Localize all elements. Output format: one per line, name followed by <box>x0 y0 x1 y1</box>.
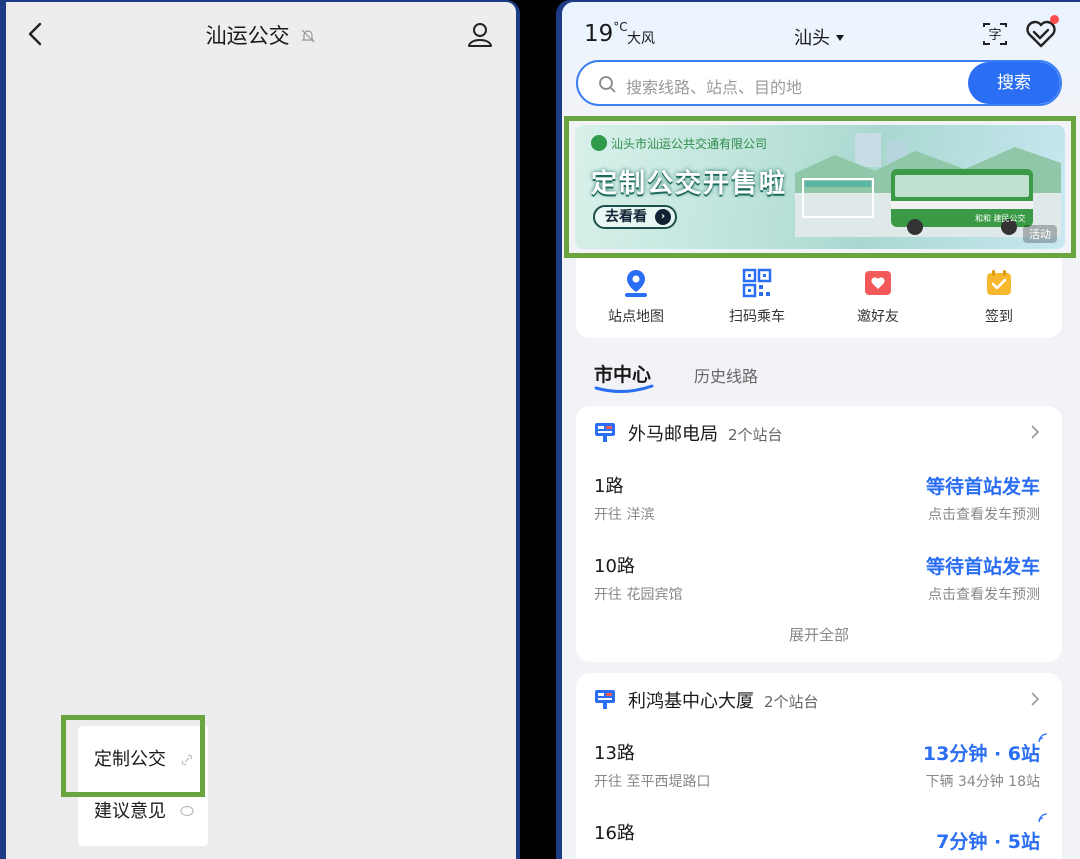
banner-cta-button[interactable]: 去看看 › <box>593 205 677 229</box>
chevron-right-icon <box>1031 425 1040 439</box>
expand-all-button[interactable]: 展开全部 <box>576 618 1062 658</box>
search-icon <box>599 76 616 93</box>
route-direction: 开往 洋滨 <box>594 507 655 523</box>
stop-platform-count: 2个站台 <box>728 426 783 444</box>
quick-label: 扫码乘车 <box>729 309 785 325</box>
quick-label: 邀好友 <box>857 309 899 325</box>
route-status: 7分钟 · 5站 <box>936 831 1040 853</box>
banner-company-text: 汕头市汕运公共交通有限公司 <box>611 137 768 151</box>
route-row[interactable]: 10路 开往 花园宾馆 等待首站发车 点击查看发车预测 <box>576 538 1062 618</box>
search-input[interactable]: 搜索线路、站点、目的地 <box>626 74 802 98</box>
font-size-icon[interactable]: 字 <box>980 20 1010 48</box>
stop-name-wrap: 外马邮电局 2个站台 <box>628 420 783 446</box>
bus-stop-sign-icon <box>595 423 615 442</box>
quick-actions: 站点地图 扫码乘车 邀好友 签到 <box>576 258 1062 338</box>
banner-cta-label: 去看看 <box>605 209 647 225</box>
route-name: 1路 <box>594 476 624 497</box>
search-bar[interactable]: 搜索线路、站点、目的地 搜索 <box>576 60 1062 106</box>
user-profile-icon[interactable] <box>466 20 494 48</box>
quick-item-checkin[interactable]: 签到 <box>949 268 1049 326</box>
bus-app-screen: 19°C 大风 汕头 字 搜索线路、站点、目的地 搜索 和和 建民公交 汕头市汕… <box>562 2 1080 859</box>
weather-desc: 大风 <box>627 31 655 47</box>
search-button[interactable]: 搜索 <box>968 62 1060 104</box>
quick-label: 站点地图 <box>608 309 664 325</box>
tab-history-routes[interactable]: 历史线路 <box>694 363 758 387</box>
checkin-icon <box>987 270 1011 295</box>
banner-headline: 定制公交开售啦 <box>591 169 788 199</box>
svg-text:字: 字 <box>988 28 1001 43</box>
route-status: 等待首站发车 <box>925 556 1040 578</box>
promo-banner[interactable]: 和和 建民公交 汕头市汕运公共交通有限公司 定制公交开售啦 去看看 › 活动 <box>575 125 1065 249</box>
app-top-bar: 19°C 大风 汕头 字 <box>562 2 1080 58</box>
chat-header: 汕运公交 <box>6 2 516 64</box>
route-row[interactable]: 13路 开往 至平西堤路口 13分钟 · 6站 下辆 34分钟 18站 <box>576 725 1062 805</box>
route-name: 10路 <box>594 556 635 577</box>
stop-card: 利鸿基中心大厦 2个站台 13路 开往 至平西堤路口 13分钟 · 6站 下辆 3… <box>576 673 1062 859</box>
highlight-box-custom-bus <box>61 715 205 797</box>
route-row[interactable]: 1路 开往 洋滨 等待首站发车 点击查看发车预测 <box>576 458 1062 538</box>
stop-header[interactable]: 利鸿基中心大厦 2个站台 <box>576 673 1062 725</box>
tab-city-center[interactable]: 市中心 <box>594 360 651 387</box>
map-pin-icon <box>625 270 647 297</box>
menu-item-label: 建议意见 <box>94 801 166 822</box>
right-phone-frame: 19°C 大风 汕头 字 搜索线路、站点、目的地 搜索 和和 建民公交 汕头市汕… <box>556 0 1080 859</box>
route-name: 13路 <box>594 743 635 764</box>
route-direction: 开往 至平西堤路口 <box>594 774 711 790</box>
temperature-value: 19 <box>584 21 614 47</box>
stop-card: 外马邮电局 2个站台 1路 开往 洋滨 等待首站发车 点击查看发车预测 10路 开… <box>576 406 1062 662</box>
qr-code-icon <box>742 268 772 298</box>
realtime-signal-icon <box>1038 813 1048 823</box>
route-status: 等待首站发车 <box>925 476 1040 498</box>
city-name: 汕头 <box>794 28 830 49</box>
stop-name: 外马邮电局 <box>628 424 718 445</box>
chat-title: 汕运公交 <box>205 24 290 48</box>
bus-stop-sign-icon <box>595 690 615 709</box>
stop-platform-count: 2个站台 <box>764 693 819 711</box>
stop-name-wrap: 利鸿基中心大厦 2个站台 <box>628 687 819 713</box>
city-selector[interactable]: 汕头 <box>794 24 844 50</box>
route-row[interactable]: 16路 7分钟 · 5站 <box>576 805 1062 859</box>
stop-header[interactable]: 外马邮电局 2个站台 <box>576 406 1062 458</box>
temperature: 19°C <box>584 20 628 47</box>
mute-icon <box>301 29 315 43</box>
banner-tag: 活动 <box>1023 225 1057 243</box>
quick-item-invite[interactable]: 邀好友 <box>828 268 928 326</box>
quick-label: 签到 <box>985 309 1013 325</box>
bus-illustration: 和和 建民公交 <box>795 133 1061 237</box>
stop-name: 利鸿基中心大厦 <box>628 691 754 712</box>
quick-item-scan-ride[interactable]: 扫码乘车 <box>707 268 807 326</box>
route-sub-status: 点击查看发车预测 <box>928 587 1040 603</box>
route-sub-status: 点击查看发车预测 <box>928 507 1040 523</box>
quick-item-station-map[interactable]: 站点地图 <box>586 268 686 326</box>
chat-bubble-icon <box>180 805 194 817</box>
company-logo-icon <box>591 135 607 151</box>
route-direction: 开往 花园宾馆 <box>594 587 683 603</box>
banner-company: 汕头市汕运公共交通有限公司 <box>591 135 767 152</box>
arrow-right-icon: › <box>655 209 671 225</box>
tab-active-indicator <box>594 384 654 393</box>
highlight-box-banner: 和和 建民公交 汕头市汕运公共交通有限公司 定制公交开售啦 去看看 › 活动 <box>564 116 1076 258</box>
chevron-right-icon <box>1031 692 1040 706</box>
invite-icon <box>865 271 891 295</box>
route-sub-status: 下辆 34分钟 18站 <box>925 774 1040 790</box>
notification-dot <box>1050 15 1059 24</box>
route-name: 16路 <box>594 823 635 844</box>
bus-side-text: 和和 建民公交 <box>975 213 1026 223</box>
chat-title-wrap: 汕运公交 <box>6 20 516 50</box>
caret-down-icon <box>836 35 844 41</box>
route-status: 13分钟 · 6站 <box>922 743 1040 765</box>
temperature-unit: °C <box>613 20 628 34</box>
